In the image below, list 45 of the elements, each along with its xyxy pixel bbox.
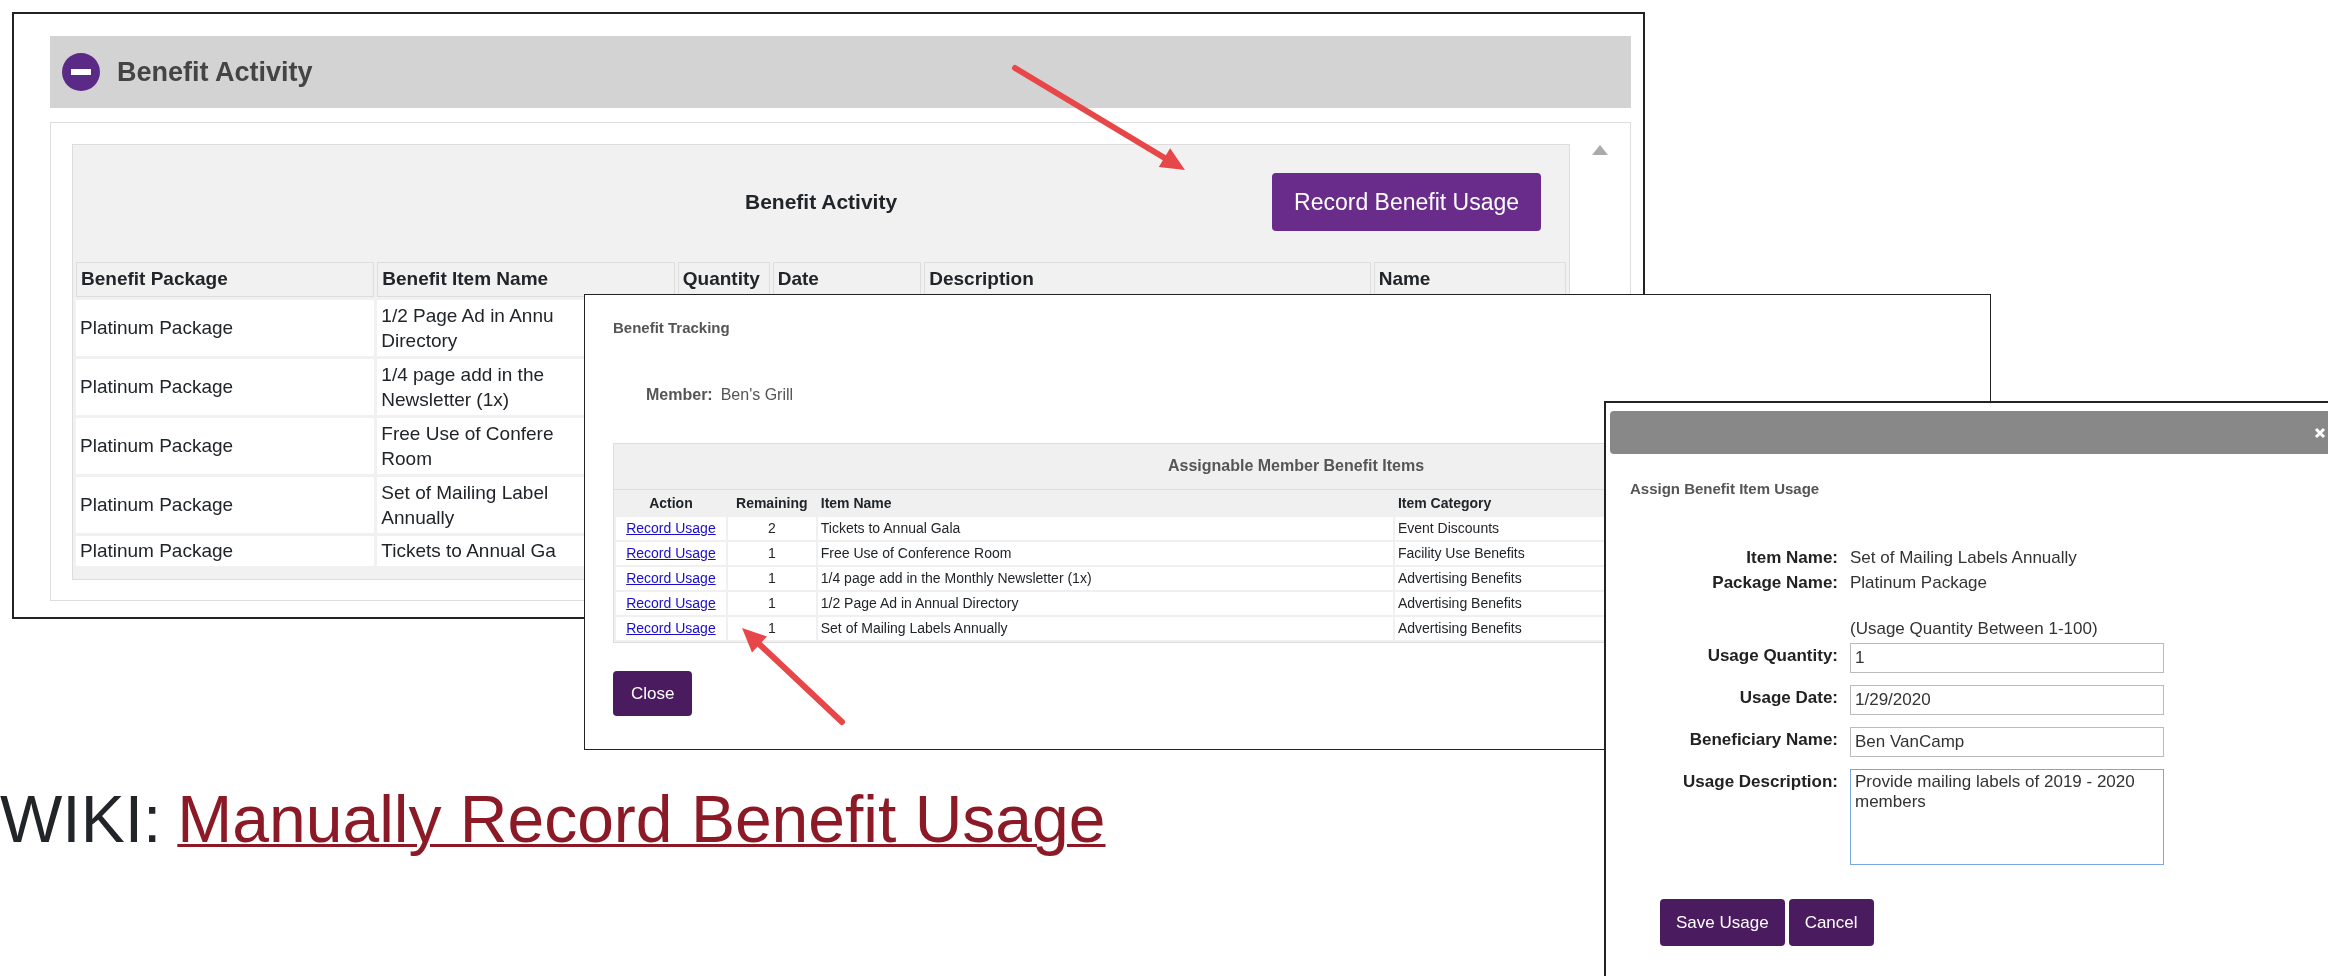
- scroll-up-icon[interactable]: [1591, 144, 1610, 156]
- collapse-icon[interactable]: [61, 52, 101, 92]
- table-cell: Tickets to Annual Gala: [817, 516, 1393, 540]
- table-cell: Set of Mailing Labels Annually: [817, 616, 1393, 640]
- column-header: Item Category: [1397, 494, 1492, 511]
- column-header: Remaining: [736, 494, 808, 511]
- field-label: Beneficiary Name:: [1689, 730, 1838, 749]
- table-cell: Platinum Package: [76, 358, 375, 415]
- panel-title: Benefit Activity: [117, 55, 313, 89]
- close-icon[interactable]: [2314, 426, 2326, 439]
- field-label: Usage Quantity:: [1707, 646, 1838, 665]
- column-header: Benefit Package: [76, 262, 375, 297]
- section-title: Benefit Activity: [745, 189, 898, 216]
- close-button[interactable]: Close: [613, 670, 693, 716]
- table-cell: 1: [727, 541, 816, 565]
- table-cell: 1/4 page add in the Monthly Newsletter (1x): [817, 566, 1393, 590]
- table-cell: 1: [727, 566, 816, 590]
- column-header: Benefit Item Name: [377, 262, 675, 297]
- record-benefit-usage-button[interactable]: Record Benefit Usage: [1272, 172, 1542, 232]
- table-cell: Platinum Package: [76, 476, 375, 533]
- column-header: Date: [772, 262, 922, 297]
- field-label: Usage Date:: [1739, 688, 1838, 707]
- field-label: Usage Description:: [1683, 772, 1838, 791]
- table-cell: 1/2 Page Ad in Annual Directory: [817, 591, 1393, 615]
- table-cell: 2: [727, 516, 816, 540]
- table-cell: Platinum Package: [76, 417, 375, 474]
- table-cell: 1: [727, 591, 816, 615]
- cancel-button[interactable]: Cancel: [1788, 898, 1874, 946]
- input-field[interactable]: Ben VanCamp: [1850, 727, 2164, 757]
- save-button[interactable]: Save Usage: [1660, 898, 1785, 946]
- description-field[interactable]: Provide mailing labels of 2019 - 2020 members: [1850, 769, 2164, 865]
- table-cell: Free Use of Conference Room: [817, 541, 1393, 565]
- wiki-link[interactable]: Manually Record Benefit Usage: [177, 770, 1106, 869]
- column-header: Description: [924, 262, 1371, 297]
- table-cell: Platinum Package: [76, 299, 375, 356]
- field-value: Ben's Grill: [720, 384, 794, 405]
- wiki-label: WIKI:: [0, 781, 162, 858]
- table-cell: Platinum Package: [76, 535, 375, 566]
- input-field[interactable]: 1: [1850, 643, 2164, 673]
- column-header: Item Name: [820, 494, 892, 511]
- column-header: Name: [1373, 262, 1567, 297]
- column-header: Quantity: [677, 262, 770, 297]
- field-label: Item Name:: [1746, 547, 1838, 567]
- input-field[interactable]: 1/29/2020: [1850, 685, 2164, 715]
- field-label: Package Name:: [1712, 573, 1838, 592]
